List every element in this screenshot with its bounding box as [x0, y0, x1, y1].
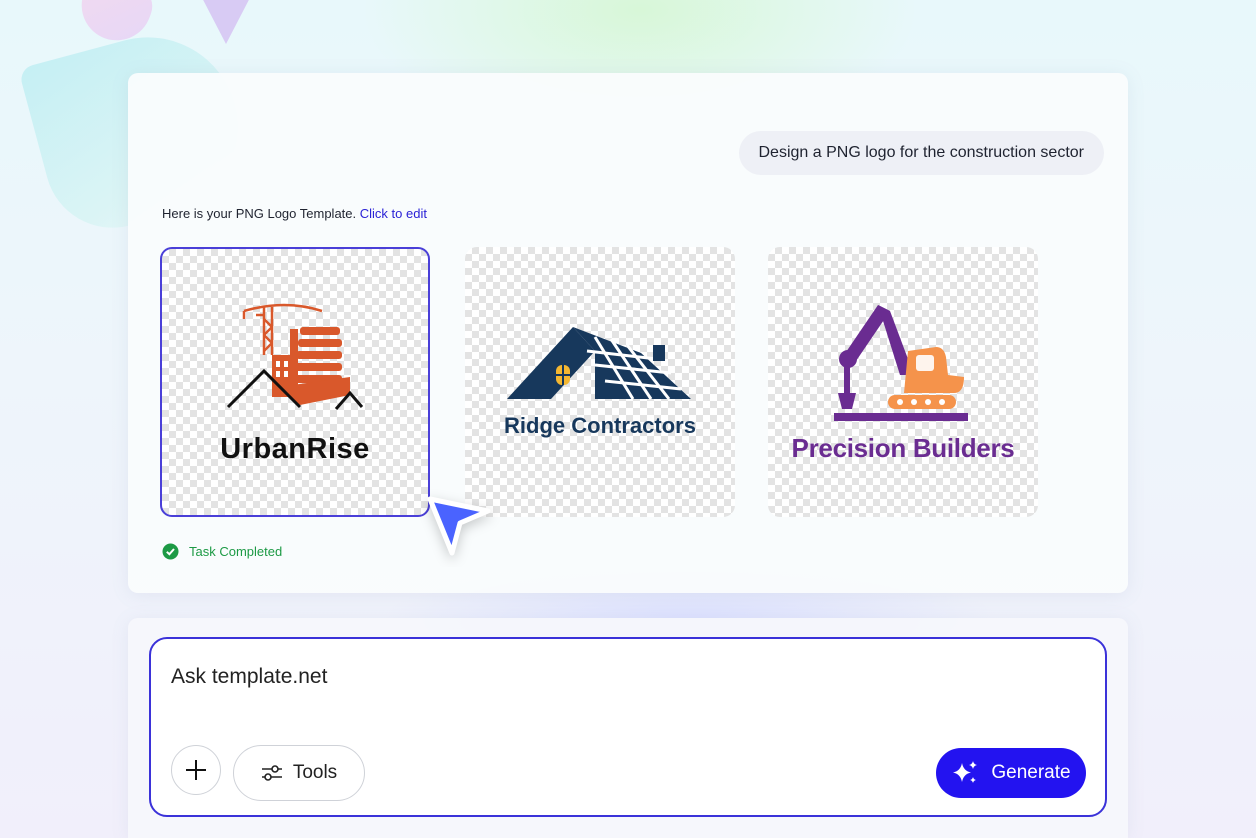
sliders-icon [261, 765, 282, 781]
task-status-text: Task Completed [189, 544, 283, 559]
response-intro-text: Here is your PNG Logo Template. [162, 206, 360, 221]
tools-label: Tools [292, 762, 338, 783]
plus-icon [186, 760, 206, 780]
ridge-roof-logo-mark [507, 327, 691, 400]
sparkle-icon [953, 761, 978, 783]
urbanrise-logo-mark [226, 303, 364, 410]
template-name: UrbanRise [220, 433, 370, 465]
generate-label: Generate [991, 762, 1071, 783]
add-button[interactable] [171, 745, 221, 795]
tools-button[interactable]: Tools [233, 745, 365, 801]
check-circle-icon [162, 543, 179, 560]
logo-template-ridge-contractors[interactable]: Ridge Contractors [465, 247, 735, 517]
generate-button[interactable]: Generate [936, 748, 1086, 798]
prompt-placeholder: Ask template.net [171, 665, 328, 688]
chat-panel: Design a PNG logo for the construction s… [128, 73, 1128, 593]
composer-panel: Ask template.net Tools Generate [128, 618, 1128, 838]
template-name: Ridge Contractors [504, 413, 696, 438]
user-message-text: Design a PNG logo for the construction s… [758, 144, 1085, 161]
task-status: Task Completed [162, 543, 282, 560]
logo-template-precision-builders[interactable]: Precision Builders [768, 247, 1038, 517]
logo-template-urbanrise[interactable]: UrbanRise [160, 247, 430, 517]
prompt-input[interactable]: Ask template.net Tools Generate [149, 637, 1107, 817]
excavator-logo-mark [834, 305, 968, 421]
click-to-edit-link[interactable]: Click to edit [360, 206, 427, 221]
decorative-shape-purple [198, 0, 254, 44]
user-message-bubble: Design a PNG logo for the construction s… [738, 131, 1104, 175]
template-name: Precision Builders [791, 433, 1015, 463]
response-intro: Here is your PNG Logo Template. Click to… [162, 206, 427, 221]
pointer-cursor-icon [420, 487, 500, 572]
